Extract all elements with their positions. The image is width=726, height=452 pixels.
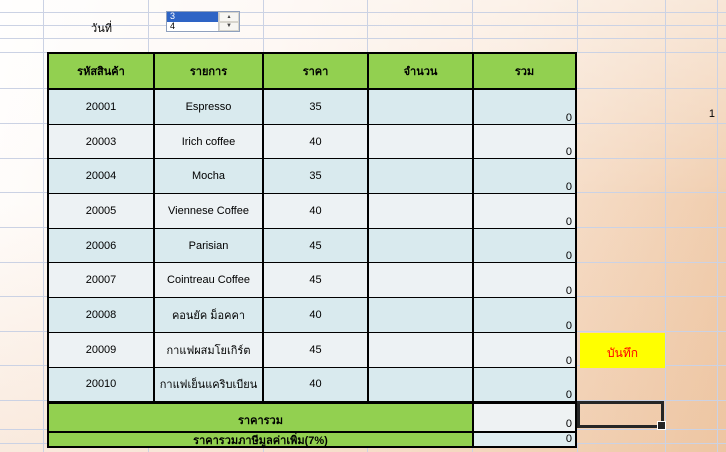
cell-item[interactable]: คอนยัค ม็อคคา xyxy=(155,298,264,332)
header-price: ราคา xyxy=(264,54,369,88)
stray-cell-value[interactable]: 1 xyxy=(675,108,715,120)
cell-item[interactable]: Irich coffee xyxy=(155,125,264,159)
table-row: 20007 Cointreau Coffee 45 0 xyxy=(49,263,575,298)
cell-price[interactable]: 40 xyxy=(264,125,369,159)
spreadsheet-canvas: วันที่ 3 4 ▴ ▼ รหัสสินค้า รายการ ราคา จำ… xyxy=(0,0,726,452)
cell-qty[interactable] xyxy=(369,229,474,263)
cell-code[interactable]: 20005 xyxy=(49,194,155,228)
total-value[interactable]: 0 xyxy=(474,404,575,431)
header-total: รวม xyxy=(474,54,575,88)
table-row: 20010 กาแฟเย็นแคริบเบียน 40 0 xyxy=(49,368,575,403)
table-row: 20008 คอนยัค ม็อคคา 40 0 xyxy=(49,298,575,333)
cell-code[interactable]: 20010 xyxy=(49,368,155,402)
cell-code[interactable]: 20006 xyxy=(49,229,155,263)
header-code: รหัสสินค้า xyxy=(49,54,155,88)
cell-qty[interactable] xyxy=(369,368,474,402)
cell-item[interactable]: Espresso xyxy=(155,90,264,124)
vat-total-label: ราคารวมภาษีมูลค่าเพิ่ม(7%) xyxy=(49,433,474,446)
gridline xyxy=(717,0,718,452)
cell-item[interactable]: Mocha xyxy=(155,159,264,193)
total-label: ราคารวม xyxy=(49,404,474,431)
gridline xyxy=(367,0,368,52)
gridline xyxy=(577,443,578,452)
cell-code[interactable]: 20007 xyxy=(49,263,155,297)
table-row: 20001 Espresso 35 0 xyxy=(49,90,575,125)
cell-price[interactable]: 40 xyxy=(264,298,369,332)
spinner-down-icon[interactable]: ▼ xyxy=(219,22,239,32)
gridline xyxy=(577,0,578,52)
cell-item[interactable]: Viennese Coffee xyxy=(155,194,264,228)
cell-qty[interactable] xyxy=(369,333,474,367)
gridline xyxy=(263,0,264,52)
cell-price[interactable]: 35 xyxy=(264,90,369,124)
cell-total[interactable]: 0 xyxy=(474,368,575,402)
date-spinner-item-next[interactable]: 4 xyxy=(167,22,218,32)
save-button[interactable]: บันทึก xyxy=(580,333,665,368)
table-row: 20003 Irich coffee 40 0 xyxy=(49,125,575,160)
cell-total[interactable]: 0 xyxy=(474,194,575,228)
cell-price[interactable]: 40 xyxy=(264,194,369,228)
date-spinner[interactable]: 3 4 ▴ ▼ xyxy=(166,11,240,32)
cell-code[interactable]: 20003 xyxy=(49,125,155,159)
cell-price[interactable]: 35 xyxy=(264,159,369,193)
cell-qty[interactable] xyxy=(369,159,474,193)
cell-qty[interactable] xyxy=(369,298,474,332)
gridline xyxy=(148,0,149,52)
cell-total[interactable]: 0 xyxy=(474,159,575,193)
cell-total[interactable]: 0 xyxy=(474,125,575,159)
table-header-row: รหัสสินค้า รายการ ราคา จำนวน รวม xyxy=(49,54,575,90)
table-row: 20005 Viennese Coffee 40 0 xyxy=(49,194,575,229)
cell-total[interactable]: 0 xyxy=(474,229,575,263)
gridline xyxy=(43,0,44,452)
date-spinner-buttons: ▴ ▼ xyxy=(218,12,239,31)
vat-total-row: ราคารวมภาษีมูลค่าเพิ่ม(7%) 0 xyxy=(49,431,575,446)
cell-qty[interactable] xyxy=(369,90,474,124)
cell-qty[interactable] xyxy=(369,263,474,297)
cell-total[interactable]: 0 xyxy=(474,90,575,124)
active-cell-selection[interactable] xyxy=(577,401,664,428)
cell-price[interactable]: 45 xyxy=(264,333,369,367)
header-item: รายการ xyxy=(155,54,264,88)
cell-code[interactable]: 20008 xyxy=(49,298,155,332)
cell-total[interactable]: 0 xyxy=(474,333,575,367)
date-label: วันที่ xyxy=(60,19,112,37)
cell-qty[interactable] xyxy=(369,194,474,228)
cell-total[interactable]: 0 xyxy=(474,263,575,297)
spinner-up-icon[interactable]: ▴ xyxy=(219,12,239,22)
order-table: รหัสสินค้า รายการ ราคา จำนวน รวม 20001 E… xyxy=(47,52,577,448)
cell-total[interactable]: 0 xyxy=(474,298,575,332)
cell-code[interactable]: 20001 xyxy=(49,90,155,124)
table-row: 20009 กาแฟผสมโยเกิร์ต 45 0 xyxy=(49,333,575,368)
cell-item[interactable]: Parisian xyxy=(155,229,264,263)
cell-item[interactable]: กาแฟเย็นแคริบเบียน xyxy=(155,368,264,402)
total-row: ราคารวม 0 xyxy=(49,402,575,431)
table-row: 20004 Mocha 35 0 xyxy=(49,159,575,194)
cell-price[interactable]: 40 xyxy=(264,368,369,402)
cell-price[interactable]: 45 xyxy=(264,229,369,263)
header-qty: จำนวน xyxy=(369,54,474,88)
fill-handle[interactable] xyxy=(657,421,666,430)
gridline xyxy=(0,12,726,13)
gridline xyxy=(0,38,726,39)
cell-qty[interactable] xyxy=(369,125,474,159)
cell-code[interactable]: 20009 xyxy=(49,333,155,367)
gridline xyxy=(665,0,666,452)
table-row: 20006 Parisian 45 0 xyxy=(49,229,575,264)
cell-item[interactable]: กาแฟผสมโยเกิร์ต xyxy=(155,333,264,367)
gridline xyxy=(472,0,473,52)
cell-item[interactable]: Cointreau Coffee xyxy=(155,263,264,297)
cell-price[interactable]: 45 xyxy=(264,263,369,297)
vat-total-value[interactable]: 0 xyxy=(474,433,575,446)
cell-code[interactable]: 20004 xyxy=(49,159,155,193)
date-spinner-list: 3 4 xyxy=(167,12,218,31)
